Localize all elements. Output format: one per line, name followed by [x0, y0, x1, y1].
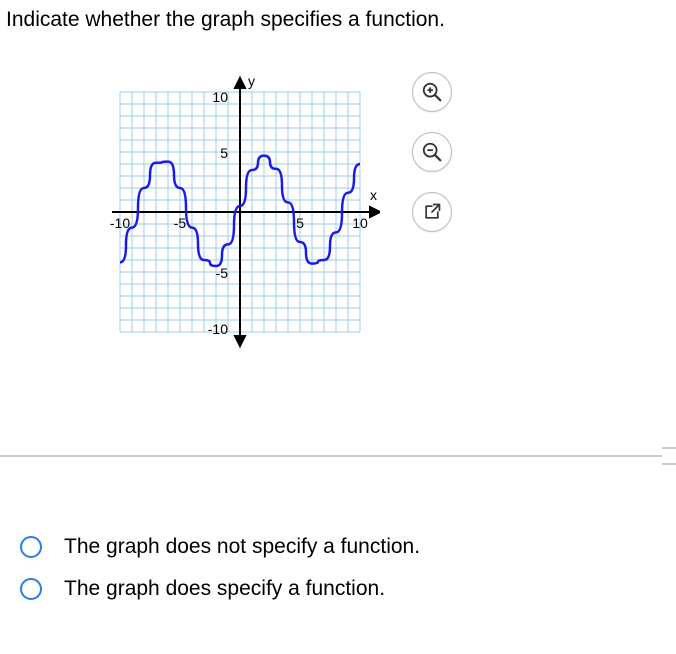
radio-icon	[20, 578, 42, 600]
x-axis-label: x	[370, 187, 377, 203]
open-external-button[interactable]	[412, 192, 452, 232]
open-external-icon	[422, 202, 442, 222]
zoom-in-icon	[421, 81, 443, 103]
graph-area: y x 10 5 -5 -10 -10 -5 5 10	[100, 72, 460, 352]
graph-svg: y x 10 5 -5 -10 -10 -5 5 10	[100, 72, 380, 352]
answer-option-1[interactable]: The graph does not specify a function.	[20, 535, 420, 559]
answer-option-2[interactable]: The graph does specify a function.	[20, 577, 420, 601]
zoom-in-button[interactable]	[412, 72, 452, 112]
xtick-10: 10	[352, 215, 368, 231]
ytick-neg10: -10	[208, 321, 228, 337]
answer-label-2: The graph does specify a function.	[64, 577, 385, 601]
answer-choices: The graph does not specify a function. T…	[20, 535, 420, 619]
zoom-out-icon	[421, 141, 443, 163]
ytick-neg5: -5	[216, 265, 229, 281]
ytick-10: 10	[212, 89, 228, 105]
answer-label-1: The graph does not specify a function.	[64, 535, 420, 559]
zoom-out-button[interactable]	[412, 132, 452, 172]
question-text: Indicate whether the graph specifies a f…	[0, 0, 676, 32]
y-axis-label: y	[248, 73, 255, 89]
ytick-5: 5	[220, 145, 228, 161]
radio-icon	[20, 536, 42, 558]
xtick-neg5: -5	[174, 215, 187, 231]
xtick-5: 5	[296, 215, 304, 231]
section-divider	[0, 455, 676, 457]
divider-handle[interactable]	[662, 447, 676, 465]
xtick-neg10: -10	[110, 215, 130, 231]
axes	[112, 78, 380, 346]
